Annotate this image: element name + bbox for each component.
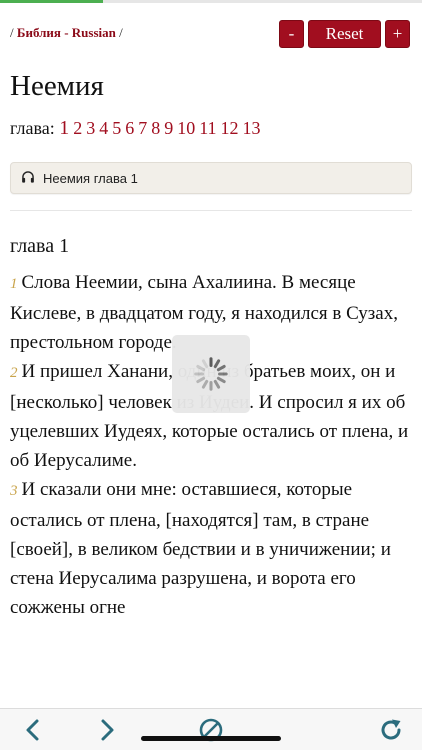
breadcrumb-bible-link[interactable]: Библия - Russian — [17, 25, 116, 40]
reload-icon[interactable] — [376, 715, 406, 745]
zoom-increase-button[interactable]: + — [385, 20, 410, 48]
chapter-link-3[interactable]: 3 — [86, 118, 95, 138]
breadcrumb-prefix: / — [10, 25, 17, 40]
chapter-link-4[interactable]: 4 — [99, 118, 108, 138]
chevron-left-icon[interactable] — [18, 715, 48, 745]
audio-label: Неемия глава 1 — [43, 170, 138, 186]
chapter-link-2[interactable]: 2 — [73, 118, 82, 138]
page-load-progress — [0, 0, 422, 3]
verse: 3И сказали они мне: оставшиеся, которые … — [10, 475, 415, 622]
verse-number: 2 — [10, 365, 18, 381]
zoom-reset-button[interactable]: Reset — [308, 20, 381, 48]
chapter-label: глава: — [10, 118, 55, 138]
divider — [10, 210, 412, 211]
chapter-link-11[interactable]: 11 — [199, 118, 216, 138]
spinner-icon — [194, 357, 228, 391]
home-indicator — [141, 736, 281, 741]
verse-number: 1 — [10, 276, 18, 292]
chapter-link-12[interactable]: 12 — [221, 118, 239, 138]
book-title: Неемия — [10, 70, 104, 102]
chapter-link-1[interactable]: 1 — [59, 117, 69, 139]
chapter-link-10[interactable]: 10 — [177, 118, 195, 138]
chapter-selector: глава: 1 2 3 4 5 6 7 8 9 10 11 12 13 — [10, 117, 265, 140]
verse-list: 1 Слова Неемии, сына Ахалиина. В месяце К… — [10, 268, 415, 622]
breadcrumb: / Библия - Russian / — [10, 25, 123, 41]
chapter-heading: глава 1 — [10, 235, 70, 257]
breadcrumb-suffix: / — [115, 25, 123, 40]
chapter-link-13[interactable]: 13 — [243, 118, 261, 138]
chapter-link-5[interactable]: 5 — [112, 118, 121, 138]
zoom-decrease-button[interactable]: - — [279, 20, 304, 48]
header-row: / Библия - Russian / - Reset + — [10, 20, 412, 48]
loading-spinner — [172, 335, 250, 413]
verse-number: 3 — [10, 483, 18, 499]
headphones-icon — [21, 169, 35, 188]
verse-text: И сказали они мне: оставшиеся, которые о… — [10, 479, 391, 618]
zoom-controls: - Reset + — [279, 20, 410, 48]
chapter-links: 1 2 3 4 5 6 7 8 9 10 11 12 13 — [59, 117, 264, 139]
chapter-link-6[interactable]: 6 — [125, 118, 134, 138]
audio-player[interactable]: Неемия глава 1 — [10, 162, 412, 194]
bottom-toolbar — [0, 708, 422, 750]
progress-fill — [0, 0, 104, 3]
chevron-right-icon[interactable] — [92, 715, 122, 745]
chapter-link-8[interactable]: 8 — [151, 118, 160, 138]
chapter-link-9[interactable]: 9 — [164, 118, 173, 138]
chapter-link-7[interactable]: 7 — [138, 118, 147, 138]
